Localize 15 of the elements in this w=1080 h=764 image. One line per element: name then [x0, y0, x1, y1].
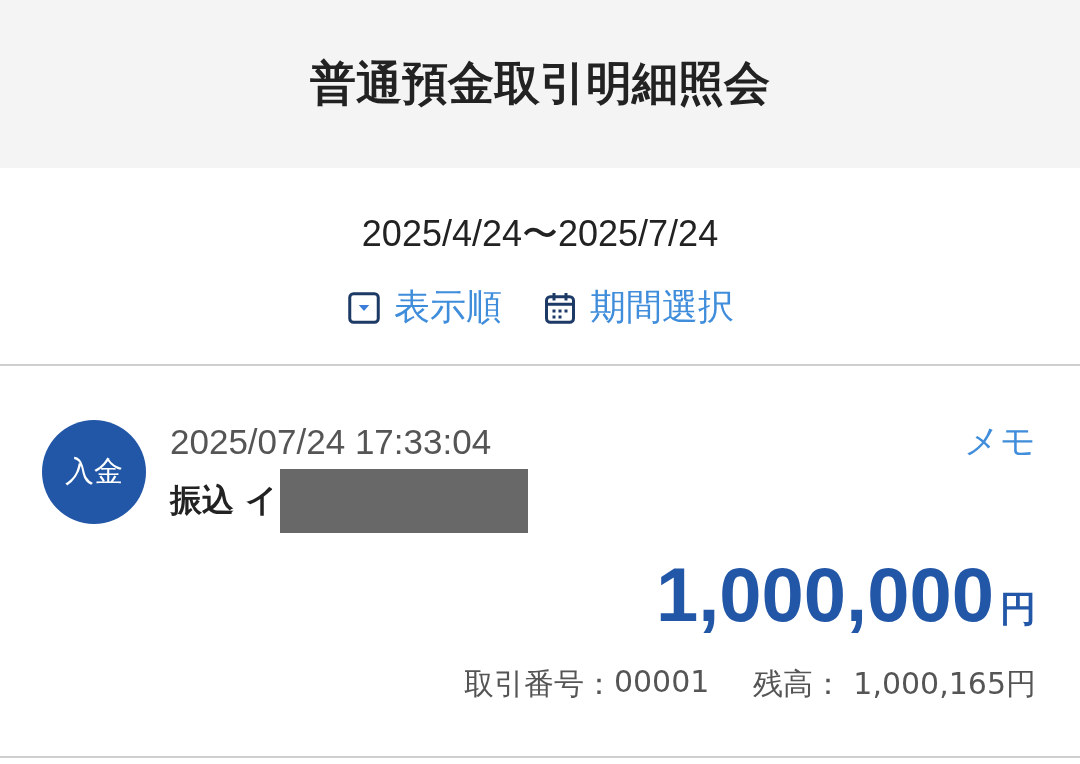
sort-order-link[interactable]: 表示順	[346, 283, 502, 332]
page-title: 普通預金取引明細照会	[310, 55, 770, 112]
transaction-datetime: 2025/07/24 17:33:04	[170, 421, 492, 462]
currency-unit: 円	[1000, 587, 1036, 631]
period-select-link[interactable]: 期間選択	[542, 283, 734, 332]
deposit-badge: 入金	[42, 420, 146, 524]
transaction-number: 00001	[613, 664, 710, 701]
memo-link[interactable]: メモ	[964, 418, 1036, 465]
balance-label: 残高：	[753, 665, 844, 703]
balance-amount: 1,000,165円	[853, 665, 1036, 703]
date-range: 2025/4/24〜2025/7/24	[361, 212, 719, 256]
transaction-number-label: 取引番号：	[463, 665, 614, 703]
dropdown-box-icon	[346, 289, 382, 326]
transaction-amount: 1,000,000	[655, 551, 994, 638]
transaction-description: 振込 イ	[170, 480, 279, 521]
